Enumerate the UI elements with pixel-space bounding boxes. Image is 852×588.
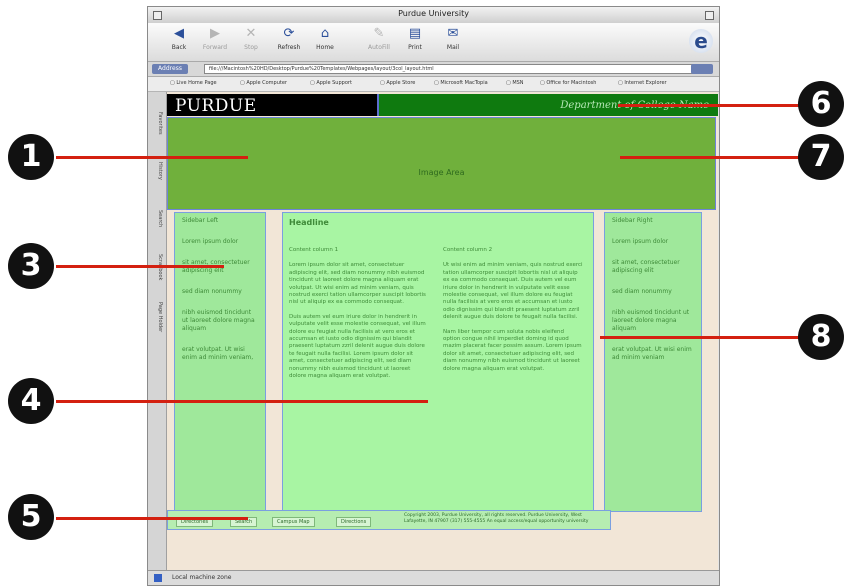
callout-badge-4: 4 xyxy=(8,378,54,424)
main-content: Headline Content column 1 Lorem ipsum do… xyxy=(282,212,594,512)
home-icon: ⌂ xyxy=(320,26,330,41)
autofill-icon: ✎ xyxy=(373,26,385,41)
sidebar-left-text: erat volutpat. Ut wisi enim ad minim ven… xyxy=(182,346,254,361)
favorite-link[interactable]: ▢ MSN xyxy=(506,80,524,86)
callout-line-5 xyxy=(56,517,248,520)
print-button[interactable]: ▤ Print xyxy=(398,26,432,51)
callout-line-8 xyxy=(600,336,808,339)
toolbar-button-label: AutoFill xyxy=(368,44,390,51)
favorite-link[interactable]: ▢ Microsoft MacTopia xyxy=(434,80,488,86)
sidebar-right-text: sed diam nonummy xyxy=(612,288,672,295)
callout-line-7 xyxy=(620,156,808,159)
title-bar[interactable]: Purdue University xyxy=(148,7,719,24)
print-icon: ▤ xyxy=(408,26,422,41)
browser-window: Purdue University ◀ Back ▶ Forward ✕ Stop ⟳ Ref… xyxy=(147,6,720,586)
zone-icon xyxy=(154,574,162,582)
toolbar-button-label: Home xyxy=(316,44,334,51)
side-tab-search[interactable]: Search xyxy=(151,210,163,227)
callout-badge-7: 7 xyxy=(798,134,844,180)
column-1-text: Lorem ipsum dolor sit amet, consectetuer… xyxy=(289,262,426,306)
sidebar-left-text: nibh euismod tincidunt ut laoreet dolore… xyxy=(182,309,255,332)
callout-line-3 xyxy=(56,265,224,268)
footer-link-campus-map[interactable]: Campus Map xyxy=(272,517,315,527)
status-text: Local machine zone xyxy=(172,574,232,581)
back-arrow-icon: ◀ xyxy=(174,26,184,41)
home-button[interactable]: ⌂ Home xyxy=(308,26,342,51)
explorer-side-tabs: FavoritesHistorySearchScrapbookPage Hold… xyxy=(148,92,167,570)
headline: Headline xyxy=(289,218,329,227)
toolbar-button-label: Back xyxy=(171,44,187,51)
sidebar-right-text: sit amet, consectetuer adipiscing elit xyxy=(612,259,680,274)
window-title: Purdue University xyxy=(398,9,469,18)
callout-badge-5: 5 xyxy=(8,494,54,540)
refresh-icon: ⟳ xyxy=(283,26,295,41)
image-area-label: Image Area xyxy=(418,168,465,177)
sidebar-right: Sidebar Right Lorem ipsum dolor sit amet… xyxy=(604,212,702,512)
autofill-button[interactable]: ✎ AutoFill xyxy=(362,26,396,51)
favorite-link[interactable]: ▢ Live Home Page xyxy=(170,80,217,86)
sidebar-right-text: erat volutpat. Ut wisi enim ad minim ven… xyxy=(612,346,692,361)
side-tab-favorites[interactable]: Favorites xyxy=(151,112,163,135)
toolbar-button-label: Print xyxy=(408,44,422,51)
column-2-heading: Content column 2 xyxy=(443,247,493,253)
column-2-text: Nam liber tempor cum soluta nobis eleife… xyxy=(443,328,582,372)
favorite-link[interactable]: ▢ Apple Store xyxy=(380,80,415,86)
favorite-link[interactable]: ▢ Apple Support xyxy=(310,80,352,86)
internet-explorer-logo-icon: e xyxy=(689,29,713,53)
sidebar-right-heading: Sidebar Right xyxy=(612,217,653,224)
sidebar-left-text: sed diam nonummy xyxy=(182,288,242,295)
side-tab-history[interactable]: History xyxy=(151,162,163,180)
toolbar-button-label: Mail xyxy=(446,44,460,51)
column-1-heading: Content column 1 xyxy=(289,247,339,253)
footer-copyright: Copyright 2003, Purdue University, all r… xyxy=(404,513,589,524)
favorite-link[interactable]: ▢ Apple Computer xyxy=(240,80,287,86)
sidebar-right-text: Lorem ipsum dolor xyxy=(612,238,669,245)
sidebar-left-heading: Sidebar Left xyxy=(182,217,219,224)
favorite-link[interactable]: ▢ Office for Macintosh xyxy=(540,80,596,86)
content-column-1: Content column 1 Lorem ipsum dolor sit a… xyxy=(289,247,429,388)
page-viewport: PURDUE UNIVERSITY Department of College … xyxy=(167,92,718,570)
status-bar: Local machine zone xyxy=(148,570,719,585)
purdue-header: PURDUE UNIVERSITY xyxy=(167,94,377,122)
image-area: Image Area xyxy=(167,117,716,210)
side-tab-page-holder[interactable]: Page Holder xyxy=(151,302,163,332)
address-bar: Address file:///Macintosh%20HD/Desktop/P… xyxy=(148,62,719,77)
stop-button[interactable]: ✕ Stop xyxy=(234,26,268,51)
column-1-text: Duis autem vel eum iriure dolor in hendr… xyxy=(289,313,426,380)
callout-line-4 xyxy=(56,400,428,403)
favorites-links-bar: ▢ Live Home Page ▢ Apple Computer ▢ Apple … xyxy=(148,77,719,92)
go-button[interactable] xyxy=(691,64,713,74)
stop-icon: ✕ xyxy=(245,26,257,41)
mail-icon: ✉ xyxy=(447,26,459,41)
footer-link-directions[interactable]: Directions xyxy=(336,517,372,527)
callout-line-1 xyxy=(56,156,248,159)
purdue-logo[interactable]: PURDUE xyxy=(175,96,257,116)
toolbar-button-label: Refresh xyxy=(277,44,301,51)
sidebar-right-text: nibh euismod tincidunt ut laoreet dolore… xyxy=(612,309,690,332)
sidebar-left-text: Lorem ipsum dolor xyxy=(182,238,239,245)
callout-badge-8: 8 xyxy=(798,314,844,360)
toolbar-button-label: Stop xyxy=(244,44,258,51)
back-button[interactable]: ◀ Back xyxy=(162,26,196,51)
favorite-link[interactable]: ▢ Internet Explorer xyxy=(618,80,667,86)
callout-badge-3: 3 xyxy=(8,243,54,289)
column-2-text: Ut wisi enim ad minim veniam, quis nostr… xyxy=(443,262,583,321)
page-footer: Directories Search Campus Map Directions… xyxy=(167,510,611,530)
forward-button[interactable]: ▶ Forward xyxy=(198,26,232,51)
sidebar-left: Sidebar Left Lorem ipsum dolor sit amet,… xyxy=(174,212,266,512)
address-input[interactable]: file:///Macintosh%20HD/Desktop/Purdue%20… xyxy=(204,64,694,74)
callout-badge-6: 6 xyxy=(798,81,844,127)
zoom-box-icon[interactable] xyxy=(705,11,714,20)
refresh-button[interactable]: ⟳ Refresh xyxy=(272,26,306,51)
mail-button[interactable]: ✉ Mail xyxy=(436,26,470,51)
toolbar-button-label: Forward xyxy=(202,44,228,51)
address-label: Address xyxy=(152,64,188,74)
browser-toolbar: ◀ Back ▶ Forward ✕ Stop ⟳ Refresh ⌂ Home ✎ AutoFill… xyxy=(148,23,719,62)
callout-line-6 xyxy=(618,104,808,107)
callout-badge-1: 1 xyxy=(8,134,54,180)
content-column-2: Content column 2 Ut wisi enim ad minim v… xyxy=(443,247,583,380)
forward-arrow-icon: ▶ xyxy=(210,26,220,41)
